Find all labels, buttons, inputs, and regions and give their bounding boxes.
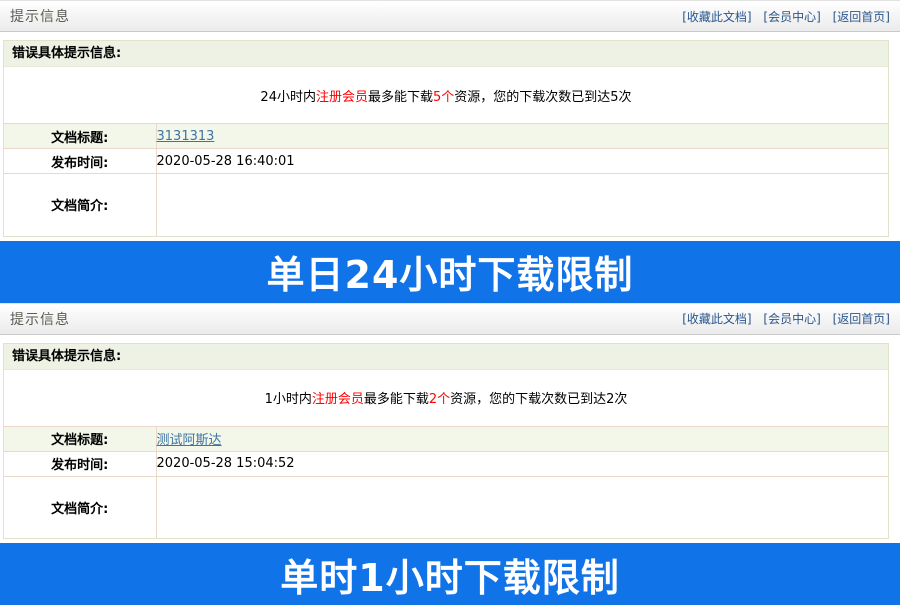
message-text: 资源，您的下载次数已到达2次 — [450, 392, 627, 407]
document-info-table: 文档标题: 测试阿斯达 发布时间: 2020-05-28 15:04:52 文档… — [4, 426, 888, 539]
message-highlight-member: 注册会员 — [312, 392, 364, 407]
error-message: 24小时内注册会员最多能下载5个资源，您的下载次数已到达5次 — [4, 67, 888, 123]
message-text: 24小时内 — [260, 90, 316, 105]
doc-intro-value — [156, 476, 888, 538]
title-bar-links: [收藏此文档] [会员中心] [返回首页] — [674, 310, 890, 327]
page: 提示信息 [收藏此文档] [会员中心] [返回首页] 错误具体提示信息: 24小… — [0, 0, 900, 605]
message-text: 最多能下载 — [364, 392, 429, 407]
error-box: 错误具体提示信息: 1小时内注册会员最多能下载2个资源，您的下载次数已到达2次 … — [3, 343, 889, 540]
publish-time-label: 发布时间: — [4, 149, 156, 174]
error-box-header: 错误具体提示信息: — [4, 41, 888, 67]
table-row: 文档简介: — [4, 174, 888, 236]
page-title: 提示信息 — [10, 6, 70, 26]
message-highlight-member: 注册会员 — [316, 90, 368, 105]
message-highlight-count: 5个 — [433, 90, 454, 105]
message-highlight-count: 2个 — [429, 392, 450, 407]
doc-title-link[interactable]: 3131313 — [157, 129, 215, 144]
table-row: 发布时间: 2020-05-28 16:40:01 — [4, 149, 888, 174]
back-home-link[interactable]: [返回首页] — [833, 10, 890, 24]
panel-hourly-limit: 提示信息 [收藏此文档] [会员中心] [返回首页] 错误具体提示信息: 1小时… — [0, 303, 900, 605]
member-center-link[interactable]: [会员中心] — [763, 10, 820, 24]
title-bar: 提示信息 [收藏此文档] [会员中心] [返回首页] — [0, 303, 900, 335]
doc-intro-label: 文档简介: — [4, 476, 156, 538]
hourly-limit-banner: 单时1小时下载限制 — [0, 543, 900, 605]
error-message: 1小时内注册会员最多能下载2个资源，您的下载次数已到达2次 — [4, 370, 888, 426]
page-title: 提示信息 — [10, 309, 70, 329]
doc-title-label: 文档标题: — [4, 426, 156, 451]
title-bar-links: [收藏此文档] [会员中心] [返回首页] — [674, 8, 890, 25]
table-row: 文档简介: — [4, 476, 888, 538]
doc-intro-label: 文档简介: — [4, 174, 156, 236]
member-center-link[interactable]: [会员中心] — [763, 312, 820, 326]
favorite-doc-link[interactable]: [收藏此文档] — [682, 10, 751, 24]
error-box: 错误具体提示信息: 24小时内注册会员最多能下载5个资源，您的下载次数已到达5次… — [3, 40, 889, 237]
title-bar: 提示信息 [收藏此文档] [会员中心] [返回首页] — [0, 0, 900, 32]
message-text: 1小时内 — [265, 392, 312, 407]
publish-time-value: 2020-05-28 15:04:52 — [156, 451, 888, 476]
table-row: 文档标题: 测试阿斯达 — [4, 426, 888, 451]
error-box-header: 错误具体提示信息: — [4, 344, 888, 370]
table-row: 文档标题: 3131313 — [4, 124, 888, 149]
publish-time-value: 2020-05-28 16:40:01 — [156, 149, 888, 174]
doc-title-label: 文档标题: — [4, 124, 156, 149]
daily-limit-banner: 单日24小时下载限制 — [0, 241, 900, 303]
publish-time-label: 发布时间: — [4, 451, 156, 476]
message-text: 最多能下载 — [368, 90, 433, 105]
document-info-table: 文档标题: 3131313 发布时间: 2020-05-28 16:40:01 … — [4, 123, 888, 236]
table-row: 发布时间: 2020-05-28 15:04:52 — [4, 451, 888, 476]
doc-intro-value — [156, 174, 888, 236]
back-home-link[interactable]: [返回首页] — [833, 312, 890, 326]
favorite-doc-link[interactable]: [收藏此文档] — [682, 312, 751, 326]
message-text: 资源，您的下载次数已到达5次 — [454, 90, 631, 105]
panel-daily-limit: 提示信息 [收藏此文档] [会员中心] [返回首页] 错误具体提示信息: 24小… — [0, 0, 900, 303]
doc-title-link[interactable]: 测试阿斯达 — [157, 433, 222, 448]
